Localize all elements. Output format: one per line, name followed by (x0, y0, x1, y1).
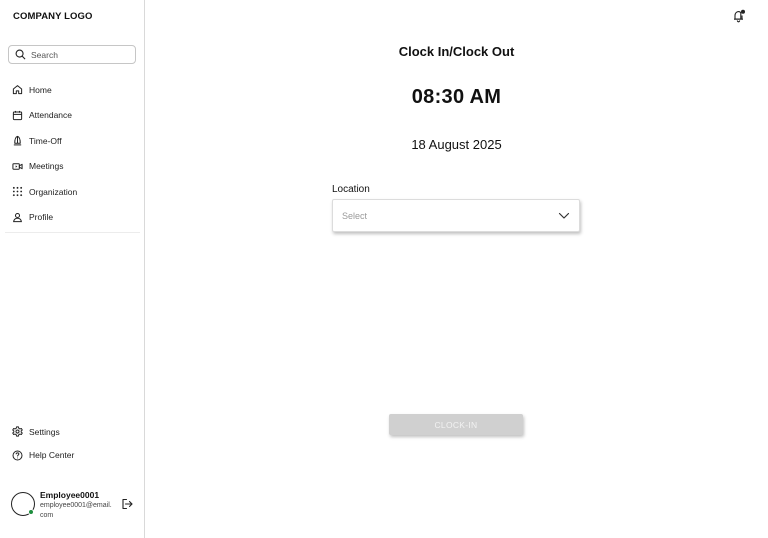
sidebar-nav: Home Attendance Time-Off Meetings Organi… (0, 77, 144, 230)
gear-icon (12, 426, 23, 437)
online-status-dot (28, 509, 34, 515)
chevron-down-icon (558, 212, 570, 219)
location-label: Location (332, 184, 370, 195)
user-name: Employee0001 (40, 490, 100, 500)
sidebar-item-label: Attendance (29, 110, 73, 121)
location-select[interactable]: Select (332, 199, 580, 232)
video-camera-icon (12, 161, 23, 172)
current-date: 18 August 2025 (411, 137, 502, 152)
help-circle-icon (12, 450, 23, 461)
sidebar-divider (5, 232, 140, 233)
location-select-value: Select (342, 210, 368, 221)
sidebar-item-label: Help Center (29, 450, 75, 461)
sidebar-item-help-center[interactable]: Help Center (0, 444, 144, 468)
current-time: 08:30 AM (411, 86, 502, 108)
user-email: employee0001@email.com (40, 502, 112, 519)
main-content: Clock In/Clock Out 08:30 AM 18 August 20… (145, 0, 768, 538)
user-profile[interactable]: Employee0001 employee0001@email.com (11, 489, 141, 521)
sidebar-item-meetings[interactable]: Meetings (0, 154, 144, 180)
notification-bell-icon[interactable] (732, 9, 746, 23)
clock-in-button[interactable]: CLOCK-IN (389, 414, 523, 435)
company-logo: COMPANY LOGO (13, 11, 93, 22)
sidebar-item-profile[interactable]: Profile (0, 205, 144, 231)
sidebar-item-label: Time-Off (29, 135, 62, 146)
search-box[interactable] (8, 45, 136, 64)
user-icon (12, 212, 23, 223)
sidebar-item-label: Organization (29, 186, 78, 197)
sidebar-item-label: Home (29, 84, 52, 95)
grid-dots-icon (12, 186, 23, 197)
page-title: Clock In/Clock Out (398, 44, 515, 59)
search-icon (15, 49, 26, 60)
search-input[interactable] (31, 49, 131, 60)
sidebar-item-home[interactable]: Home (0, 77, 144, 103)
logout-icon[interactable] (121, 498, 133, 510)
sidebar-bottom-nav: Settings Help Center (0, 420, 144, 467)
sidebar: COMPANY LOGO Home Attendance Time-Off (0, 0, 145, 538)
sidebar-item-organization[interactable]: Organization (0, 179, 144, 205)
sidebar-item-label: Settings (29, 426, 60, 437)
sidebar-item-label: Profile (29, 212, 54, 223)
sidebar-item-label: Meetings (29, 161, 64, 172)
beach-umbrella-icon (12, 135, 23, 146)
calendar-icon (12, 110, 23, 121)
sidebar-item-settings[interactable]: Settings (0, 420, 144, 444)
home-icon (12, 84, 23, 95)
sidebar-item-time-off[interactable]: Time-Off (0, 128, 144, 154)
sidebar-item-attendance[interactable]: Attendance (0, 103, 144, 129)
